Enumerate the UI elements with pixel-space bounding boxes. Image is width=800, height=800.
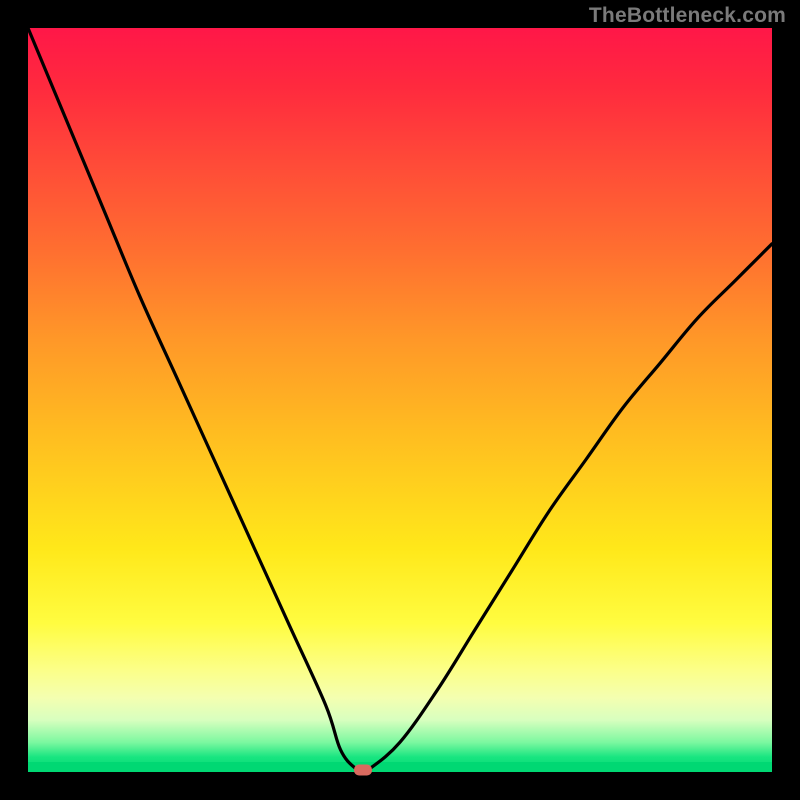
curve-path — [28, 28, 772, 771]
chart-frame: TheBottleneck.com — [0, 0, 800, 800]
optimal-marker — [354, 764, 372, 775]
plot-area — [28, 28, 772, 772]
watermark-text: TheBottleneck.com — [589, 4, 786, 28]
bottleneck-curve — [28, 28, 772, 772]
